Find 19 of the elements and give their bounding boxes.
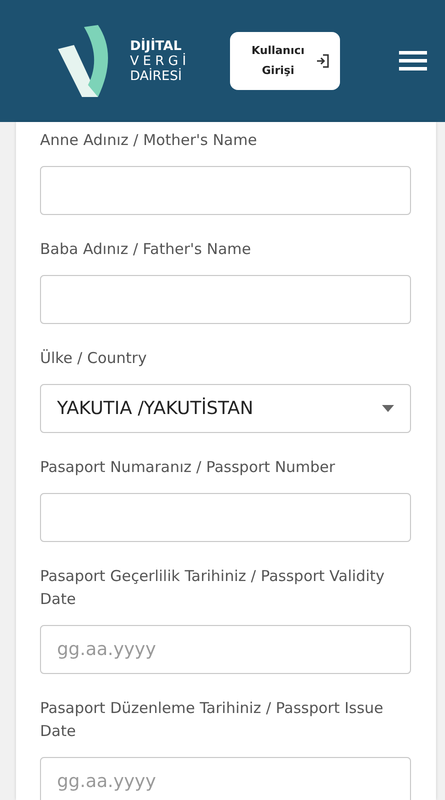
field-label: Pasaport Geçerlilik Tarihiniz / Passport Validity Date [40,566,386,610]
login-button[interactable]: Kullanıcı Girişi [230,32,340,90]
field-label: Anne Adınız / Mother's Name [40,130,258,151]
country-select[interactable]: YAKUTIA /YAKUTİSTAN [40,384,411,433]
logo-text: DİJİTAL [130,38,182,54]
date-field[interactable]: gg.aa.yyyy [40,625,411,674]
input-field[interactable] [40,166,411,215]
menu-icon[interactable] [399,51,427,71]
field-label: Pasaport Numaranız / Passport Number [40,457,336,478]
input-field[interactable] [40,275,411,324]
field-label: Baba Adınız / Father's Name [40,239,252,260]
logo-text: DAİRESİ [130,68,183,84]
field-label: Pasaport Düzenleme Tarihiniz / Passport Issue Date [40,698,384,742]
dropdown-icon [382,405,394,412]
login-icon [316,54,330,68]
field-label: Ülke / Country [40,348,148,369]
date-field[interactable]: gg.aa.yyyy [40,757,411,800]
input-field[interactable] [40,493,411,542]
logo-text: VERGİ [130,54,190,68]
